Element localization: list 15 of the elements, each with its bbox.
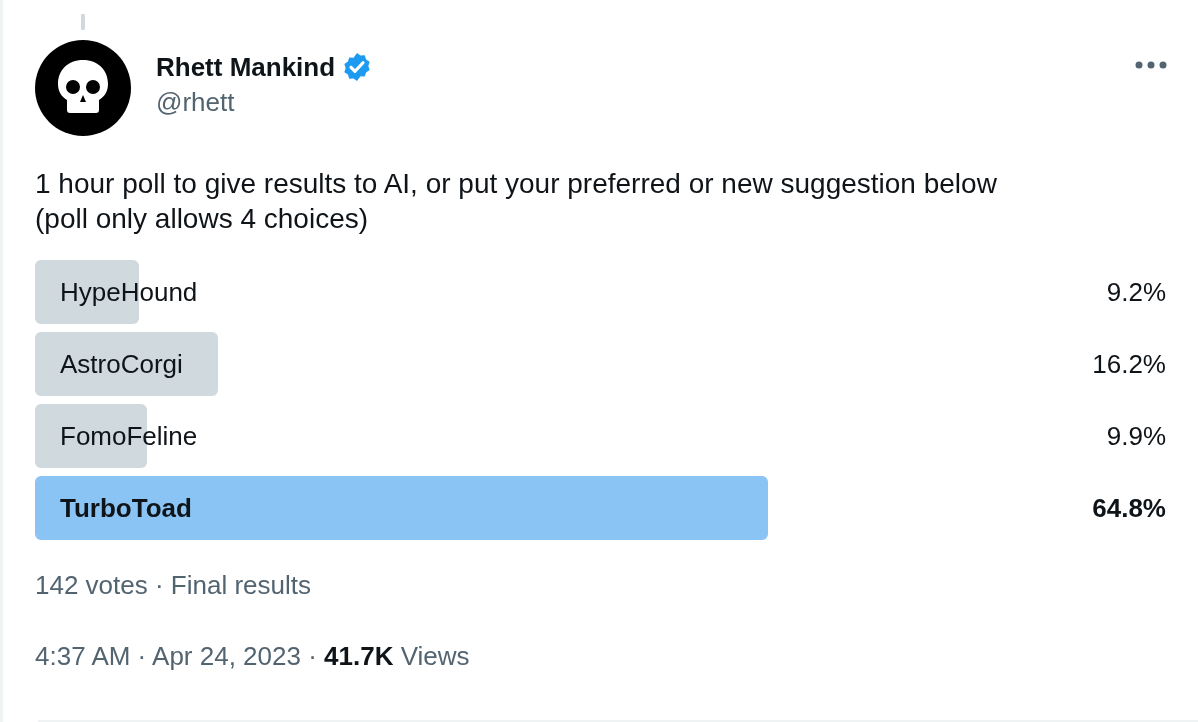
poll-percentage: 64.8% bbox=[1092, 492, 1166, 523]
tweet-timestamp: 4:37 AM · Apr 24, 2023 · 41.7K Views bbox=[35, 641, 471, 672]
author-handle[interactable]: @rhett bbox=[156, 87, 1109, 118]
poll-percentage: 9.9% bbox=[1106, 420, 1166, 451]
author-name[interactable]: Rhett Mankind bbox=[156, 51, 336, 83]
poll-percentage: 9.2% bbox=[1106, 276, 1166, 307]
poll-option-label: TurboToad bbox=[60, 492, 192, 524]
skull-avatar-icon bbox=[35, 40, 131, 136]
poll-summary: 142 votes · Final results bbox=[35, 570, 312, 601]
tweet-text: 1 hour poll to give results to AI, or put your preferred or new suggestion below (poll only allows 4 choices) bbox=[35, 167, 998, 236]
more-options-icon[interactable] bbox=[1134, 60, 1168, 70]
poll-option-label: FomoFeline bbox=[60, 420, 198, 452]
poll-percentage: 16.2% bbox=[1092, 348, 1166, 379]
poll-option-label: AstroCorgi bbox=[60, 348, 183, 380]
poll-option-label: HypeHound bbox=[60, 276, 198, 308]
